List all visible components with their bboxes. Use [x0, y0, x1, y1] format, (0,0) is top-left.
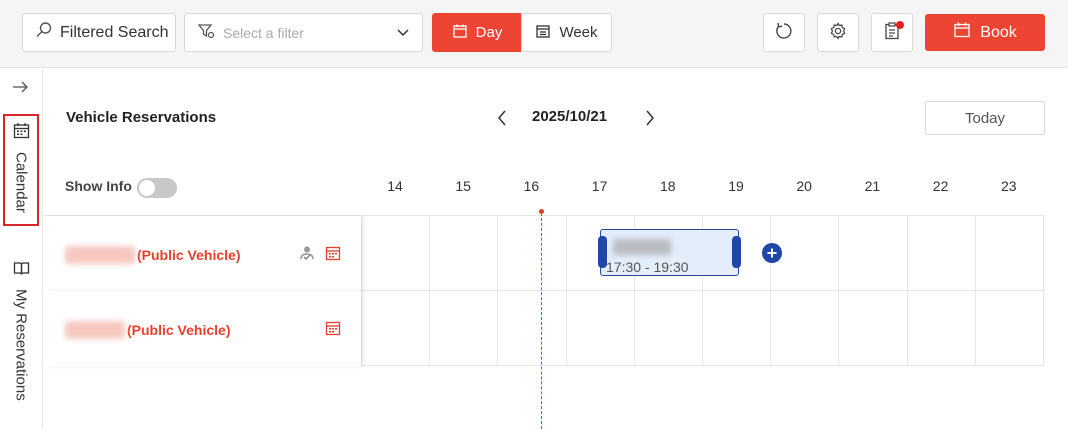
filtered-search-button[interactable]: Filtered Search [22, 13, 176, 52]
book-icon [13, 261, 30, 281]
notification-dot [896, 21, 904, 29]
calendar-plus-icon [953, 21, 971, 44]
chevron-right-icon[interactable] [643, 109, 657, 132]
redacted-name [65, 246, 135, 264]
hour-label: 18 [660, 178, 676, 194]
vehicle-type: (Public Vehicle) [137, 247, 241, 263]
vehicle-name[interactable]: (Public Vehicle) [65, 321, 230, 339]
settings-button[interactable] [817, 13, 859, 52]
reservation-block[interactable]: 17:30 - 19:30 [598, 229, 741, 276]
view-week-button[interactable]: Week [521, 13, 612, 52]
vehicle-type: (Public Vehicle) [127, 322, 231, 338]
filter-placeholder: Select a filter [223, 24, 304, 41]
hour-label: 17 [591, 178, 608, 194]
hour-label: 23 [1001, 178, 1017, 194]
refresh-icon [774, 21, 794, 45]
hour-label: 22 [932, 178, 949, 194]
view-week-label: Week [559, 24, 598, 41]
view-day-label: Day [475, 24, 503, 41]
person-check-icon[interactable] [299, 245, 315, 266]
chevron-down-icon [396, 25, 410, 42]
filter-settings-icon [197, 22, 215, 43]
filter-select[interactable]: Select a filter [184, 13, 423, 52]
resize-handle-right[interactable] [732, 236, 741, 268]
show-info-toggle[interactable] [137, 178, 177, 198]
filtered-search-label: Filtered Search [60, 23, 169, 41]
toggle-knob [139, 180, 155, 196]
arrow-right-icon[interactable] [11, 79, 29, 100]
vehicle-name[interactable]: (Public Vehicle) [65, 246, 240, 264]
calendar-icon [452, 23, 468, 43]
sidebar-tab-my-reservations[interactable]: My Reservations [3, 261, 39, 411]
redacted-booking-name [613, 239, 671, 255]
sidebar-tab-calendar[interactable]: Calendar [3, 114, 39, 226]
view-day-button[interactable]: Day [432, 13, 522, 52]
hour-label: 14 [387, 178, 403, 194]
hour-label: 19 [728, 178, 744, 194]
top-toolbar: Filtered Search Select a filter Day Week [0, 0, 1068, 68]
add-reservation-button[interactable] [762, 243, 782, 263]
sidebar-tab-calendar-label: Calendar [12, 152, 30, 213]
chevron-left-icon[interactable] [495, 109, 509, 132]
today-button[interactable]: Today [925, 101, 1045, 135]
current-time-line [541, 213, 542, 429]
sidebar-tab-my-reservations-label: My Reservations [12, 289, 30, 401]
redacted-name [65, 321, 125, 339]
book-button[interactable]: Book [925, 14, 1045, 51]
page-title: Vehicle Reservations [66, 109, 217, 126]
vehicle-row-label: (Public Vehicle) [43, 291, 361, 366]
plus-icon [767, 248, 777, 258]
current-date: 2025/10/21 [532, 108, 608, 125]
calendar-icon[interactable] [325, 245, 341, 266]
hour-label: 21 [864, 178, 881, 194]
sidebar: Calendar My Reservations [0, 69, 43, 429]
vehicle-row: (Public Vehicle) [43, 291, 1045, 366]
calendar-icon [13, 122, 30, 144]
vehicle-row: (Public Vehicle) [43, 216, 1045, 291]
calendar-icon[interactable] [325, 320, 341, 341]
reservation-list-button[interactable] [871, 13, 913, 52]
hour-label: 15 [455, 178, 471, 194]
hour-label: 16 [523, 178, 540, 194]
reservation-time: 17:30 - 19:30 [606, 259, 689, 275]
vehicle-row-label: (Public Vehicle) [43, 216, 361, 291]
search-icon [35, 21, 53, 44]
gear-icon [829, 21, 847, 44]
book-label: Book [980, 23, 1017, 41]
week-calendar-icon [535, 23, 551, 43]
reservation-grid: (Public Vehicle) (Public Vehicle) [43, 215, 1045, 366]
refresh-button[interactable] [763, 13, 805, 52]
hour-label: 20 [796, 178, 812, 194]
show-info-label: Show Info [65, 178, 132, 194]
